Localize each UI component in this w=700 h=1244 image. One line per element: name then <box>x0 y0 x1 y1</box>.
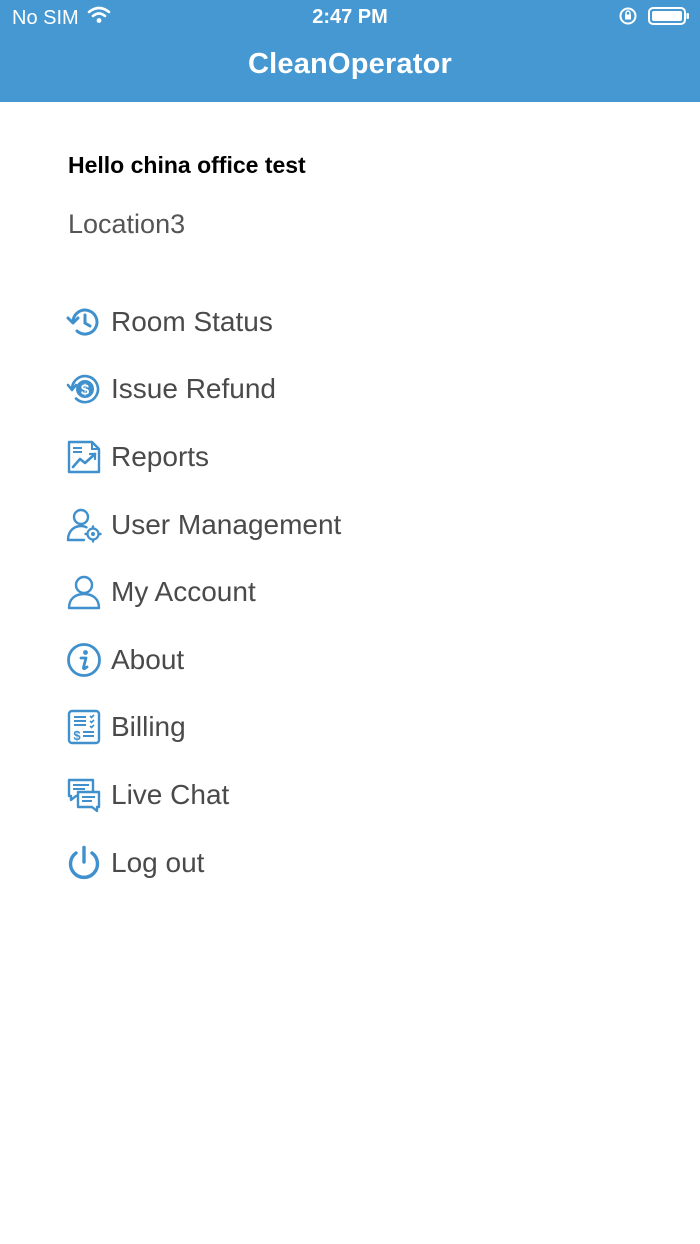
menu-label: User Management <box>111 508 342 540</box>
status-bar: No SIM 2:47 PM <box>0 0 700 36</box>
app-header: No SIM 2:47 PM CleanOperator <box>0 0 700 102</box>
menu-label: Reports <box>111 440 210 472</box>
svg-text:$: $ <box>73 728 81 743</box>
power-icon <box>66 845 102 881</box>
info-icon <box>66 642 102 678</box>
menu-item-issue-refund[interactable]: $ Issue Refund <box>66 356 341 424</box>
menu-label: Issue Refund <box>111 373 276 405</box>
status-time: 2:47 PM <box>312 6 388 28</box>
menu-item-log-out[interactable]: Log out <box>66 829 341 897</box>
user-gear-icon <box>66 507 102 543</box>
status-right-icons <box>618 6 690 31</box>
menu-item-my-account[interactable]: My Account <box>66 558 341 626</box>
billing-invoice-icon: $ <box>66 709 102 745</box>
main-menu: Room Status $ Issue Refund Reports User … <box>66 288 341 896</box>
history-clock-icon <box>66 304 102 340</box>
menu-label: My Account <box>111 576 256 608</box>
report-chart-icon <box>66 439 102 475</box>
menu-label: Billing <box>111 711 186 743</box>
user-greeting: Hello china office test <box>68 152 306 178</box>
menu-label: Room Status <box>111 305 273 337</box>
menu-label: About <box>111 643 185 675</box>
menu-item-room-status[interactable]: Room Status <box>66 288 341 356</box>
menu-label: Live Chat <box>111 778 230 810</box>
rotation-lock-icon <box>618 6 638 31</box>
svg-text:$: $ <box>81 382 90 399</box>
menu-item-live-chat[interactable]: Live Chat <box>66 761 341 829</box>
battery-icon <box>648 6 690 31</box>
refund-dollar-icon: $ <box>66 371 102 407</box>
app-title: CleanOperator <box>247 48 453 80</box>
user-location: Location3 <box>68 209 186 239</box>
menu-item-reports[interactable]: Reports <box>66 423 341 491</box>
chat-icon <box>66 777 102 813</box>
menu-item-about[interactable]: About <box>66 626 341 694</box>
menu-label: Log out <box>111 846 205 878</box>
menu-item-billing[interactable]: $ Billing <box>66 694 341 762</box>
menu-item-user-management[interactable]: User Management <box>66 491 341 559</box>
user-icon <box>66 574 102 610</box>
